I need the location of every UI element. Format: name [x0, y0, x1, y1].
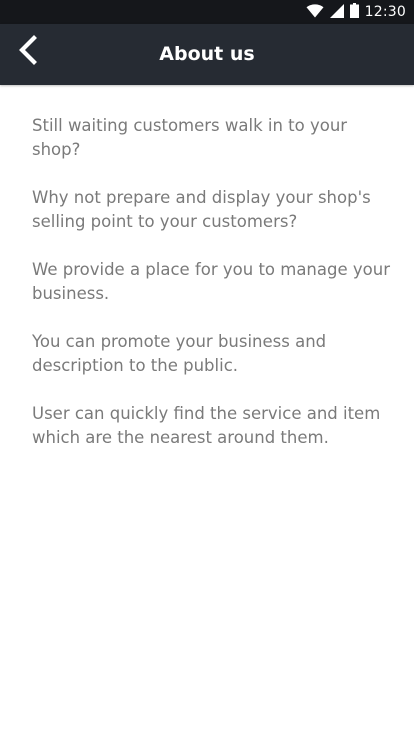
about-content: Still waiting customers walk in to your … [32, 114, 392, 474]
battery-icon [349, 2, 359, 22]
app-bar: About us [0, 24, 414, 85]
about-paragraph-2: Why not prepare and display your shop's … [32, 188, 371, 231]
signal-icon [329, 3, 344, 22]
status-time: 12:30 [364, 4, 406, 20]
about-paragraph-3: We provide a place for you to manage you… [32, 260, 390, 303]
back-button[interactable] [8, 32, 48, 72]
chevron-left-icon [17, 35, 39, 69]
wifi-icon [306, 3, 324, 22]
status-bar: 12:30 [0, 0, 414, 24]
about-paragraph-1: Still waiting customers walk in to your … [32, 116, 348, 159]
page-title: About us [159, 43, 255, 65]
about-paragraph-4: You can promote your business and descri… [32, 332, 327, 375]
status-icons: 12:30 [306, 0, 406, 24]
about-paragraph-5: User can quickly find the service and it… [32, 404, 381, 447]
